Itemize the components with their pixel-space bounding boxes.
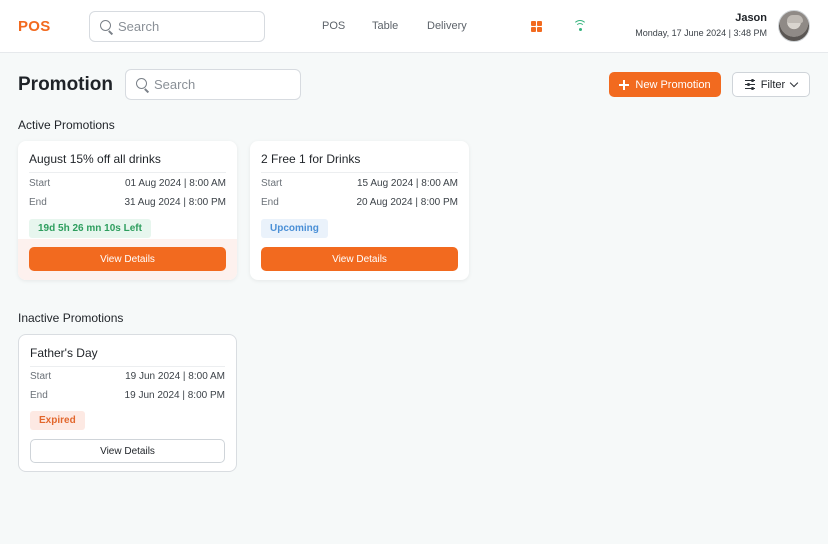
nav-pos[interactable]: POS (322, 20, 345, 32)
wifi-icon[interactable] (572, 18, 588, 32)
filter-label: Filter (760, 78, 786, 91)
search-icon (136, 78, 150, 93)
active-promotions-heading: Active Promotions (18, 118, 115, 132)
promotion-title: Father's Day (30, 346, 98, 360)
inactive-promotions-heading: Inactive Promotions (18, 311, 124, 325)
view-details-button[interactable]: View Details (30, 439, 225, 463)
current-datetime: Monday, 17 June 2024 | 3:48 PM (635, 28, 767, 38)
status-badge: 19d 5h 26 mn 10s Left (29, 219, 151, 238)
end-label: End (261, 197, 279, 208)
end-value: 31 Aug 2024 | 8:00 PM (124, 197, 226, 208)
promotion-title: 2 Free 1 for Drinks (261, 152, 361, 166)
divider (30, 366, 225, 367)
promotion-card: August 15% off all drinks Start 01 Aug 2… (18, 141, 237, 280)
end-label: End (29, 197, 47, 208)
app-logo[interactable]: POS (18, 18, 51, 35)
top-bar: POS POS Table Delivery Jason Monday, 17 … (0, 0, 828, 53)
end-value: 19 Jun 2024 | 8:00 PM (124, 390, 225, 401)
avatar[interactable] (778, 10, 810, 42)
end-value: 20 Aug 2024 | 8:00 PM (356, 197, 458, 208)
promotion-card: Father's Day Start 19 Jun 2024 | 8:00 AM… (18, 334, 237, 472)
chevron-down-icon (789, 78, 799, 88)
top-search-input[interactable] (118, 12, 256, 41)
page-title: Promotion (18, 74, 113, 95)
top-search-box[interactable] (89, 11, 265, 42)
status-badge: Upcoming (261, 219, 328, 238)
start-value: 19 Jun 2024 | 8:00 AM (125, 371, 225, 382)
divider (29, 172, 226, 173)
start-label: Start (29, 178, 51, 189)
start-label: Start (30, 371, 52, 382)
sliders-icon (744, 79, 755, 90)
user-name: Jason (735, 12, 767, 24)
start-value: 01 Aug 2024 | 8:00 AM (124, 178, 226, 189)
end-label: End (30, 390, 48, 401)
promotion-search-input[interactable] (154, 70, 292, 99)
search-icon (100, 20, 114, 35)
new-promotion-button[interactable]: New Promotion (609, 72, 721, 97)
view-details-button[interactable]: View Details (29, 247, 226, 271)
status-badge: Expired (30, 411, 85, 430)
filter-button[interactable]: Filter (732, 72, 810, 97)
new-promotion-label: New Promotion (635, 78, 711, 91)
promotion-title: August 15% off all drinks (29, 152, 161, 166)
start-label: Start (261, 178, 283, 189)
nav-delivery[interactable]: Delivery (427, 20, 467, 32)
promotion-search-box[interactable] (125, 69, 301, 100)
grid-icon[interactable] (531, 21, 542, 32)
divider (261, 172, 458, 173)
view-details-button[interactable]: View Details (261, 247, 458, 271)
start-value: 15 Aug 2024 | 8:00 AM (356, 178, 458, 189)
plus-icon (619, 79, 630, 90)
promotion-card: 2 Free 1 for Drinks Start 15 Aug 2024 | … (250, 141, 469, 280)
nav-table[interactable]: Table (372, 20, 398, 32)
